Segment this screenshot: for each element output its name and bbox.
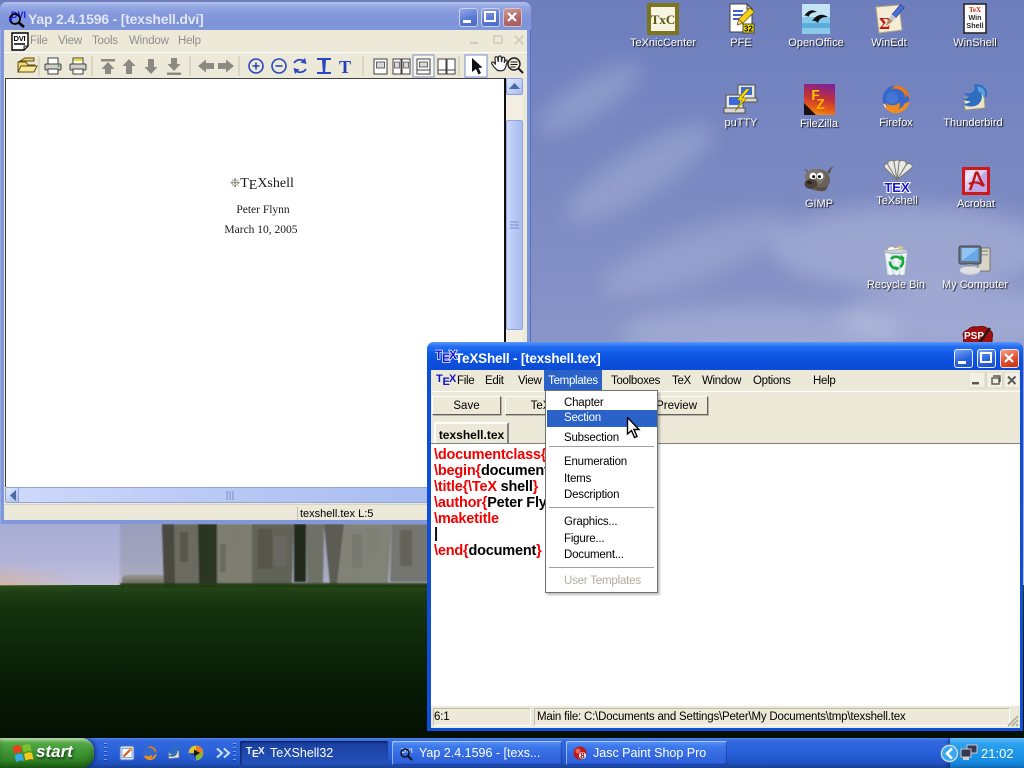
svg-text:X: X xyxy=(449,373,457,385)
svg-text:X: X xyxy=(258,746,265,757)
svg-text:DVI: DVI xyxy=(14,34,26,43)
svg-text:TEX: TEX xyxy=(884,180,910,195)
svg-text:X: X xyxy=(449,348,457,362)
svg-text:Z: Z xyxy=(816,97,825,114)
svg-text:32: 32 xyxy=(744,25,753,34)
svg-text:8: 8 xyxy=(580,752,585,761)
svg-text:T: T xyxy=(339,57,351,77)
svg-text:TxC: TxC xyxy=(651,12,676,27)
svg-text:Shell: Shell xyxy=(966,21,983,30)
